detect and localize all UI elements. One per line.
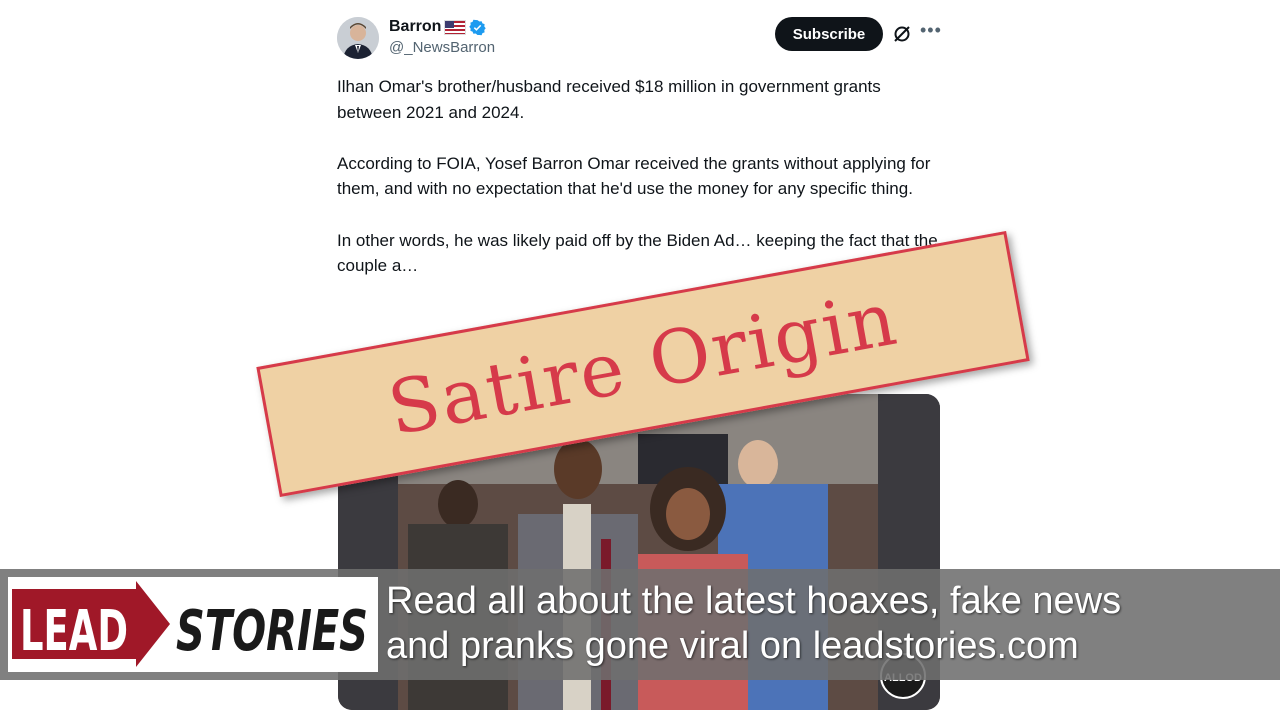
tweet-paragraph: Ilhan Omar's brother/husband received $1… <box>337 77 881 122</box>
lead-stories-logo-mark: LEAD STORIES <box>12 581 368 667</box>
author-handle[interactable]: @_NewsBarron <box>389 39 495 56</box>
more-options-icon[interactable]: ••• <box>920 20 942 41</box>
tweet-paragraph: According to FOIA, Yosef Barron Omar rec… <box>337 153 931 199</box>
logo-lead-text: LEAD <box>20 599 128 664</box>
lead-stories-banner: LEAD STORIES Read all about the latest h… <box>0 569 1280 680</box>
logo-stories-text: STORIES <box>176 599 368 664</box>
verified-badge-icon <box>469 19 487 35</box>
banner-line-2: and pranks gone viral on leadstories.com <box>386 625 1079 667</box>
banner-line-1: Read all about the latest hoaxes, fake n… <box>386 580 1122 622</box>
banner-text[interactable]: Read all about the latest hoaxes, fake n… <box>386 579 1266 669</box>
author-name[interactable]: Barron <box>389 18 487 36</box>
avatar[interactable] <box>337 17 379 59</box>
avatar-image <box>337 17 379 59</box>
lead-stories-logo[interactable]: LEAD STORIES <box>8 577 378 672</box>
author-name-text: Barron <box>389 18 442 35</box>
subscribe-button[interactable]: Subscribe <box>775 17 883 51</box>
grok-icon[interactable] <box>892 24 912 44</box>
us-flag-icon <box>444 19 467 35</box>
